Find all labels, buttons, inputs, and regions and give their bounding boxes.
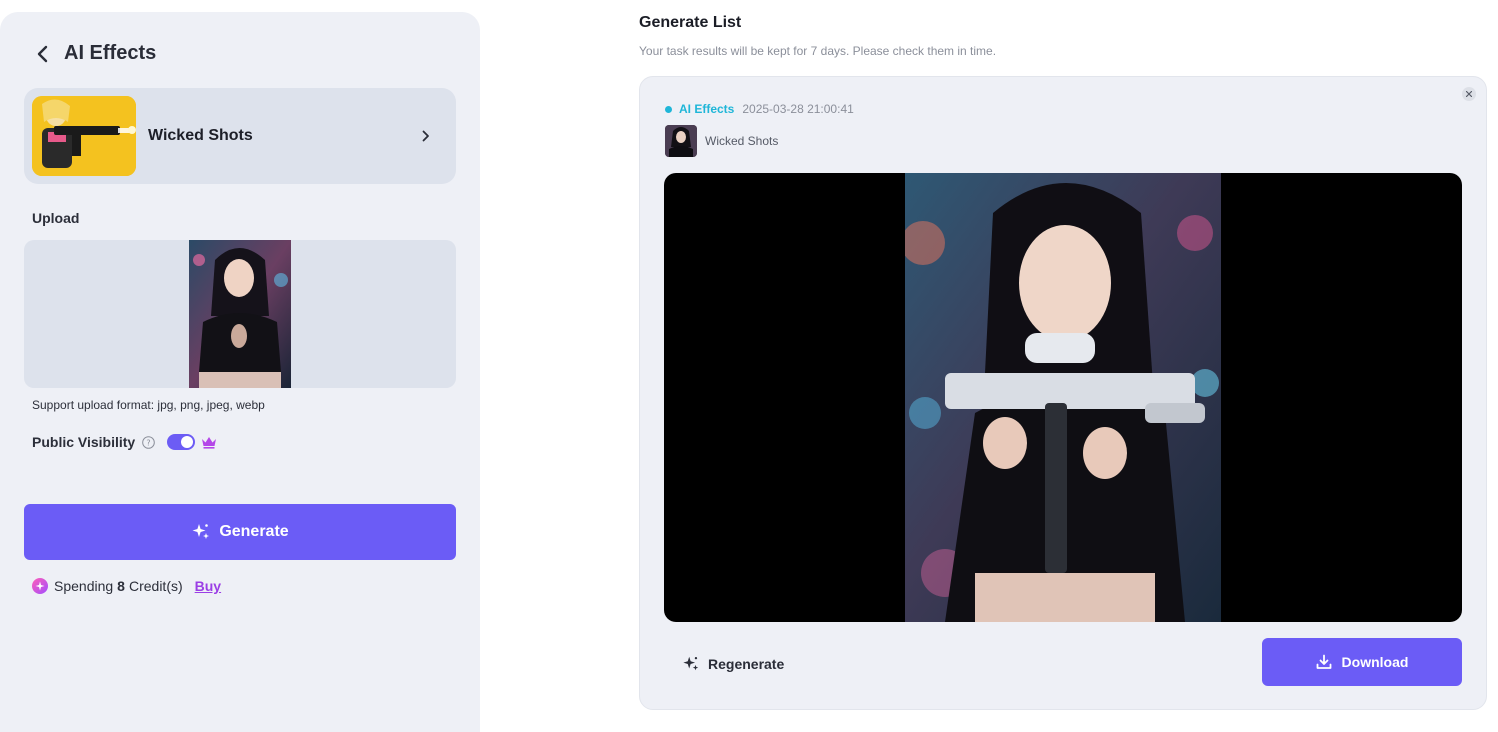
public-visibility-row: Public Visibility ? [32, 434, 217, 450]
help-icon[interactable]: ? [141, 435, 155, 449]
task-type: AI Effects [679, 102, 735, 116]
effects-panel: AI Effects Wicked Shots Upload Support u… [0, 12, 480, 732]
task-effect-name: Wicked Shots [705, 134, 779, 148]
generate-button[interactable]: Generate [24, 504, 456, 560]
task-timestamp: 2025-03-28 21:00:41 [742, 102, 854, 116]
status-dot [665, 105, 672, 113]
spending-row: Spending 8 Credit(s) Buy [32, 578, 221, 594]
regenerate-label: Regenerate [708, 656, 785, 672]
task-effect: Wicked Shots [665, 125, 778, 157]
back-icon[interactable] [36, 44, 52, 64]
result-preview[interactable] [664, 173, 1462, 622]
spending-count: 8 [117, 578, 125, 594]
task-card: AI Effects 2025-03-28 21:00:41 Wicked Sh… [639, 76, 1487, 710]
chevron-right-icon [422, 129, 434, 143]
close-icon[interactable] [1462, 87, 1476, 101]
generate-list-subtitle: Your task results will be kept for 7 day… [639, 44, 997, 58]
public-visibility-toggle[interactable] [167, 434, 196, 450]
upload-area[interactable] [24, 240, 456, 388]
effect-thumbnail [32, 96, 136, 176]
regenerate-button[interactable]: Regenerate [682, 655, 784, 673]
panel-title: AI Effects [64, 42, 157, 64]
spending-prefix: Spending [54, 578, 114, 594]
spending-suffix: Credit(s) [128, 578, 183, 594]
task-meta: AI Effects 2025-03-28 21:00:41 [665, 102, 854, 116]
svg-text:?: ? [146, 438, 150, 447]
uploaded-image [189, 240, 291, 388]
download-button[interactable]: Download [1262, 638, 1462, 686]
panel-header: AI Effects [36, 42, 156, 65]
result-image [905, 173, 1221, 622]
public-visibility-label: Public Visibility [32, 434, 136, 450]
buy-link[interactable]: Buy [195, 578, 221, 594]
sparkle-icon [192, 524, 210, 539]
crown-icon [201, 435, 217, 449]
effect-selector[interactable]: Wicked Shots [24, 88, 456, 184]
effect-name: Wicked Shots [148, 127, 253, 144]
generate-label: Generate [219, 523, 289, 540]
upload-label: Upload [32, 210, 80, 226]
credit-icon [32, 578, 48, 594]
sparkle-icon [683, 656, 699, 671]
generate-list-title: Generate List [639, 14, 742, 31]
download-icon [1316, 654, 1331, 669]
download-label: Download [1341, 654, 1409, 670]
toggle-knob [181, 436, 194, 448]
upload-format-hint: Support upload format: jpg, png, jpeg, w… [32, 398, 265, 412]
task-effect-thumbnail [665, 125, 697, 157]
